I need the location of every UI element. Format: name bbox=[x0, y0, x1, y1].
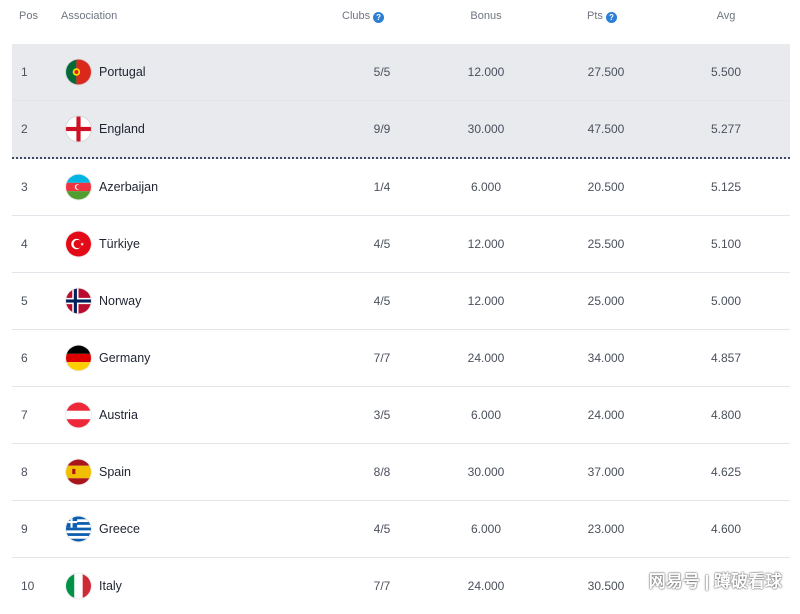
watermark: 网易号 | 蹲破看球 bbox=[648, 572, 782, 591]
column-header-avg[interactable]: Avg bbox=[700, 10, 752, 22]
row-pts: 25.000 bbox=[587, 294, 625, 308]
row-clubs: 4/5 bbox=[373, 237, 391, 251]
austria-flag-icon bbox=[66, 402, 91, 428]
greece-flag-icon bbox=[66, 516, 91, 542]
row-bonus: 30.000 bbox=[467, 465, 505, 479]
table-row[interactable]: 4 Türkiye 4/5 12.000 25.500 5.100 bbox=[12, 216, 790, 273]
portugal-flag-icon bbox=[66, 59, 91, 85]
association-name[interactable]: Austria bbox=[99, 408, 138, 422]
row-position: 3 bbox=[21, 180, 28, 194]
row-avg: 5.125 bbox=[710, 180, 742, 194]
table-row[interactable]: 7 Austria 3/5 6.000 24.000 4.800 bbox=[12, 387, 790, 444]
row-bonus: 24.000 bbox=[467, 579, 505, 593]
italy-flag-icon bbox=[66, 573, 91, 599]
row-avg: 5.500 bbox=[710, 65, 742, 79]
row-avg: 4.857 bbox=[710, 351, 742, 365]
row-avg: 4.625 bbox=[710, 465, 742, 479]
row-pts: 27.500 bbox=[587, 65, 625, 79]
row-pts: 34.000 bbox=[587, 351, 625, 365]
pts-header-label: Pts bbox=[587, 10, 603, 22]
row-clubs: 8/8 bbox=[373, 465, 391, 479]
row-pts: 37.000 bbox=[587, 465, 625, 479]
row-avg: 5.100 bbox=[710, 237, 742, 251]
row-clubs: 9/9 bbox=[373, 122, 391, 136]
row-bonus: 12.000 bbox=[467, 237, 505, 251]
germany-flag-icon bbox=[66, 345, 91, 371]
column-header-association[interactable]: Association bbox=[61, 10, 117, 22]
row-pts: 25.500 bbox=[587, 237, 625, 251]
row-position: 7 bbox=[21, 408, 28, 422]
column-header-bonus[interactable]: Bonus bbox=[458, 10, 514, 22]
table-row[interactable]: 8 Spain 8/8 30.000 37.000 4.625 bbox=[12, 444, 790, 501]
association-ranking-table: Pos Association Clubs? Bonus Pts? Avg 1 … bbox=[12, 0, 790, 614]
row-position: 1 bbox=[21, 65, 28, 79]
association-name[interactable]: Portugal bbox=[99, 65, 146, 79]
row-position: 10 bbox=[21, 579, 35, 593]
table-row[interactable]: 2 England 9/9 30.000 47.500 5.277 bbox=[12, 101, 790, 159]
row-position: 6 bbox=[21, 351, 28, 365]
table-row[interactable]: 1 Portugal 5/5 12.000 27.500 5.500 bbox=[12, 44, 790, 101]
association-name[interactable]: Azerbaijan bbox=[99, 180, 158, 194]
row-bonus: 6.000 bbox=[470, 408, 502, 422]
column-header-pos[interactable]: Pos bbox=[19, 10, 38, 22]
azerbaijan-flag-icon bbox=[66, 174, 91, 200]
association-name[interactable]: England bbox=[99, 122, 145, 136]
row-position: 9 bbox=[21, 522, 28, 536]
association-name[interactable]: Spain bbox=[99, 465, 131, 479]
association-name[interactable]: Norway bbox=[99, 294, 141, 308]
row-clubs: 5/5 bbox=[373, 65, 391, 79]
association-name[interactable]: Germany bbox=[99, 351, 150, 365]
row-pts: 24.000 bbox=[587, 408, 625, 422]
table-row[interactable]: 3 Azerbaijan 1/4 6.000 20.500 5.125 bbox=[12, 159, 790, 216]
row-pts: 20.500 bbox=[587, 180, 625, 194]
row-pts: 30.500 bbox=[587, 579, 625, 593]
row-avg: 4.800 bbox=[710, 408, 742, 422]
row-clubs: 4/5 bbox=[373, 294, 391, 308]
clubs-header-label: Clubs bbox=[342, 10, 371, 22]
row-bonus: 30.000 bbox=[467, 122, 505, 136]
info-icon[interactable]: ? bbox=[605, 12, 617, 23]
row-position: 5 bbox=[21, 294, 28, 308]
association-name[interactable]: Italy bbox=[99, 579, 122, 593]
turkiye-flag-icon bbox=[66, 231, 91, 257]
england-flag-icon bbox=[66, 116, 91, 142]
column-header-pts[interactable]: Pts? bbox=[587, 10, 617, 23]
row-clubs: 3/5 bbox=[373, 408, 391, 422]
row-pts: 47.500 bbox=[587, 122, 625, 136]
association-name[interactable]: Türkiye bbox=[99, 237, 140, 251]
row-avg: 5.277 bbox=[710, 122, 742, 136]
row-pts: 23.000 bbox=[587, 522, 625, 536]
row-bonus: 12.000 bbox=[467, 65, 505, 79]
row-position: 8 bbox=[21, 465, 28, 479]
row-avg: 5.000 bbox=[710, 294, 742, 308]
row-bonus: 6.000 bbox=[470, 180, 502, 194]
spain-flag-icon bbox=[66, 459, 91, 485]
row-avg: 4.600 bbox=[710, 522, 742, 536]
row-position: 4 bbox=[21, 237, 28, 251]
row-clubs: 1/4 bbox=[373, 180, 391, 194]
column-header-clubs[interactable]: Clubs? bbox=[342, 10, 385, 23]
row-clubs: 7/7 bbox=[373, 351, 391, 365]
row-bonus: 24.000 bbox=[467, 351, 505, 365]
table-row[interactable]: 9 Greece 4/5 6.000 23.000 4.600 bbox=[12, 501, 790, 558]
row-bonus: 12.000 bbox=[467, 294, 505, 308]
row-clubs: 4/5 bbox=[373, 522, 391, 536]
association-name[interactable]: Greece bbox=[99, 522, 140, 536]
row-bonus: 6.000 bbox=[470, 522, 502, 536]
table-row[interactable]: 6 Germany 7/7 24.000 34.000 4.857 bbox=[12, 330, 790, 387]
norway-flag-icon bbox=[66, 288, 91, 314]
row-position: 2 bbox=[21, 122, 28, 136]
table-row[interactable]: 5 Norway 4/5 12.000 25.000 5.000 bbox=[12, 273, 790, 330]
table-header: Pos Association Clubs? Bonus Pts? Avg bbox=[12, 0, 790, 44]
info-icon[interactable]: ? bbox=[373, 12, 385, 23]
row-clubs: 7/7 bbox=[373, 579, 391, 593]
